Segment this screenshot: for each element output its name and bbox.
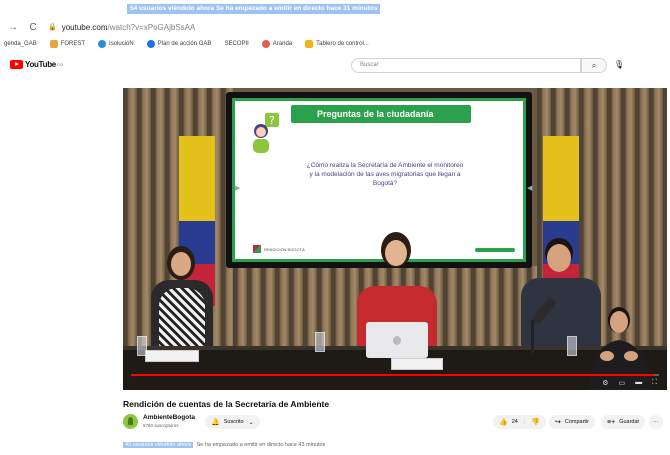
bookmark-label: Tablero de control... (316, 41, 369, 47)
channel-row: AmbienteBogota 5760 suscriptores 🔔 Suscr… (123, 412, 667, 432)
bookmark-label: IsolucióN (109, 41, 134, 47)
bookmark-label: FOREST (60, 41, 86, 47)
bookmark-label: Aranda (272, 41, 293, 47)
thumbs-down-icon[interactable]: 👎 (531, 418, 540, 426)
video-player[interactable]: ? Preguntas de la ciudadanía ¿Cómo reali… (123, 88, 667, 390)
microphone-icon[interactable]: 🎙 (614, 60, 624, 69)
channel-subscribers: 5760 suscriptores (143, 423, 179, 428)
slide-next-arrow-icon: ◀ (527, 185, 533, 192)
bookmark-plan[interactable]: Plan de acción GAB (146, 40, 212, 48)
bookmarks-bar: genda_GAB FOREST IsolucióN Plan de acció… (0, 37, 670, 51)
url-path: /watch?v=xPoGAjbSsAA (107, 22, 196, 32)
share-button[interactable]: ↪ Compartir (549, 415, 596, 429)
settings-icon[interactable]: ⚙ (602, 379, 608, 387)
slide-footer-logo: RENDICIÓN BOGOTÁ (253, 245, 305, 253)
youtube-play-icon (10, 60, 23, 69)
url-host: youtube.com (61, 22, 108, 32)
slide-title-band: Preguntas de la ciudadanía (291, 105, 471, 123)
water-glass (567, 336, 577, 356)
presentation-slide: ? Preguntas de la ciudadanía ¿Cómo reali… (232, 98, 526, 262)
bell-icon: 🔔 (211, 419, 220, 426)
channel-avatar[interactable] (123, 414, 138, 429)
laptop (366, 322, 428, 358)
forest-icon (49, 40, 58, 48)
person-question-icon: ? (253, 113, 279, 153)
chart-icon (305, 40, 314, 48)
bookmark-label: Plan de acción GAB (157, 41, 212, 47)
video-title: Rendición de cuentas de la Secretaría de… (123, 399, 330, 409)
microphone-stand (531, 320, 534, 354)
fullscreen-icon[interactable]: ⛶ (652, 379, 657, 387)
youtube-wordmark: YouTube (25, 60, 56, 69)
bookmark-forest[interactable]: FOREST (49, 40, 86, 48)
progress-fill (131, 374, 654, 376)
share-icon: ↪ (555, 419, 561, 426)
cloud-icon (146, 40, 155, 48)
bookmark-secop[interactable]: SECOPII (224, 41, 248, 47)
more-icon: ··· (653, 419, 659, 425)
theater-icon[interactable]: ▬ (635, 379, 642, 387)
search-icon: ⌕ (591, 61, 597, 70)
save-playlist-icon: ≡+ (607, 418, 616, 426)
aranda-icon (261, 40, 270, 48)
progress-bar[interactable] (131, 374, 659, 376)
share-label: Compartir (564, 419, 590, 425)
bookmark-isolucion[interactable]: IsolucióN (98, 40, 134, 48)
back-arrow-icon[interactable]: → (6, 22, 20, 33)
live-status: 43 usuarios viéndolo ahora Se ha empezad… (123, 442, 325, 448)
youtube-header: YouTube CO Buscar ⌕ 🎙 (0, 52, 670, 78)
search-button[interactable]: ⌕ (581, 58, 607, 73)
region-code: CO (56, 62, 63, 67)
bookmark-aranda[interactable]: Aranda (261, 40, 293, 48)
player-control-icons: ⚙ ▭ ▬ ⛶ (602, 379, 657, 387)
reload-icon[interactable]: C (26, 22, 40, 33)
channel-name[interactable]: AmbienteBogota (143, 414, 195, 421)
divider: | (523, 419, 526, 425)
rendicion-logo-icon (253, 245, 261, 253)
slide-title: Preguntas de la ciudadanía (317, 109, 434, 119)
youtube-logo[interactable]: YouTube CO (10, 60, 63, 69)
search-input[interactable]: Buscar (351, 58, 581, 73)
bookmark-label: SECOPII (224, 41, 249, 47)
bookmark-label: genda_GAB (4, 41, 37, 47)
like-dislike-button[interactable]: 👍 24 | 👎 (493, 415, 546, 429)
svg-text:?: ? (269, 114, 275, 127)
viewer-count: 43 usuarios viéndolo ahora (123, 442, 194, 448)
name-card-center (391, 358, 443, 370)
player-controls: ⚙ ▭ ▬ ⛶ (123, 374, 667, 390)
miniplayer-icon[interactable]: ▭ (618, 379, 625, 387)
lock-icon[interactable]: 🔒 (48, 23, 57, 31)
subscribed-button[interactable]: 🔔 Suscrito ⌄ (205, 415, 260, 429)
banner-text: 54 usuarios viéndolo ahora Se ha empezad… (127, 4, 381, 14)
chevron-down-icon: ⌄ (248, 419, 254, 426)
url-field[interactable]: youtube.com/watch?v=xPoGAjbSsAA (62, 23, 196, 32)
presentation-screen: ? Preguntas de la ciudadanía ¿Cómo reali… (226, 92, 532, 268)
water-glass (315, 332, 325, 352)
like-count: 24 (511, 419, 518, 425)
isolucion-icon (98, 40, 107, 48)
save-button[interactable]: ≡+ Guardar (601, 415, 646, 429)
live-since: Se ha empezado a emitir en directo hace … (196, 442, 326, 448)
water-glass (137, 336, 147, 356)
name-card-left (145, 350, 199, 362)
address-bar-row: → C 🔒 youtube.com/watch?v=xPoGAjbSsAA (0, 18, 670, 36)
slide-footer-bar (475, 248, 515, 252)
top-banner: 54 usuarios viéndolo ahora Se ha empezad… (0, 0, 670, 18)
bookmark-tablero[interactable]: Tablero de control... (305, 40, 369, 48)
bookmark-agenda[interactable]: genda_GAB (4, 41, 37, 47)
subscribed-label: Suscrito (223, 419, 244, 425)
save-label: Guardar (619, 419, 640, 425)
slide-footer-text: RENDICIÓN BOGOTÁ (264, 246, 305, 252)
thumbs-up-icon[interactable]: 👍 (499, 418, 508, 426)
slide-question: ¿Cómo realiza la Secretaría de Ambiente … (306, 162, 464, 187)
more-actions-button[interactable]: ··· (649, 415, 663, 429)
slide-prev-arrow-icon: ▶ (235, 185, 241, 192)
